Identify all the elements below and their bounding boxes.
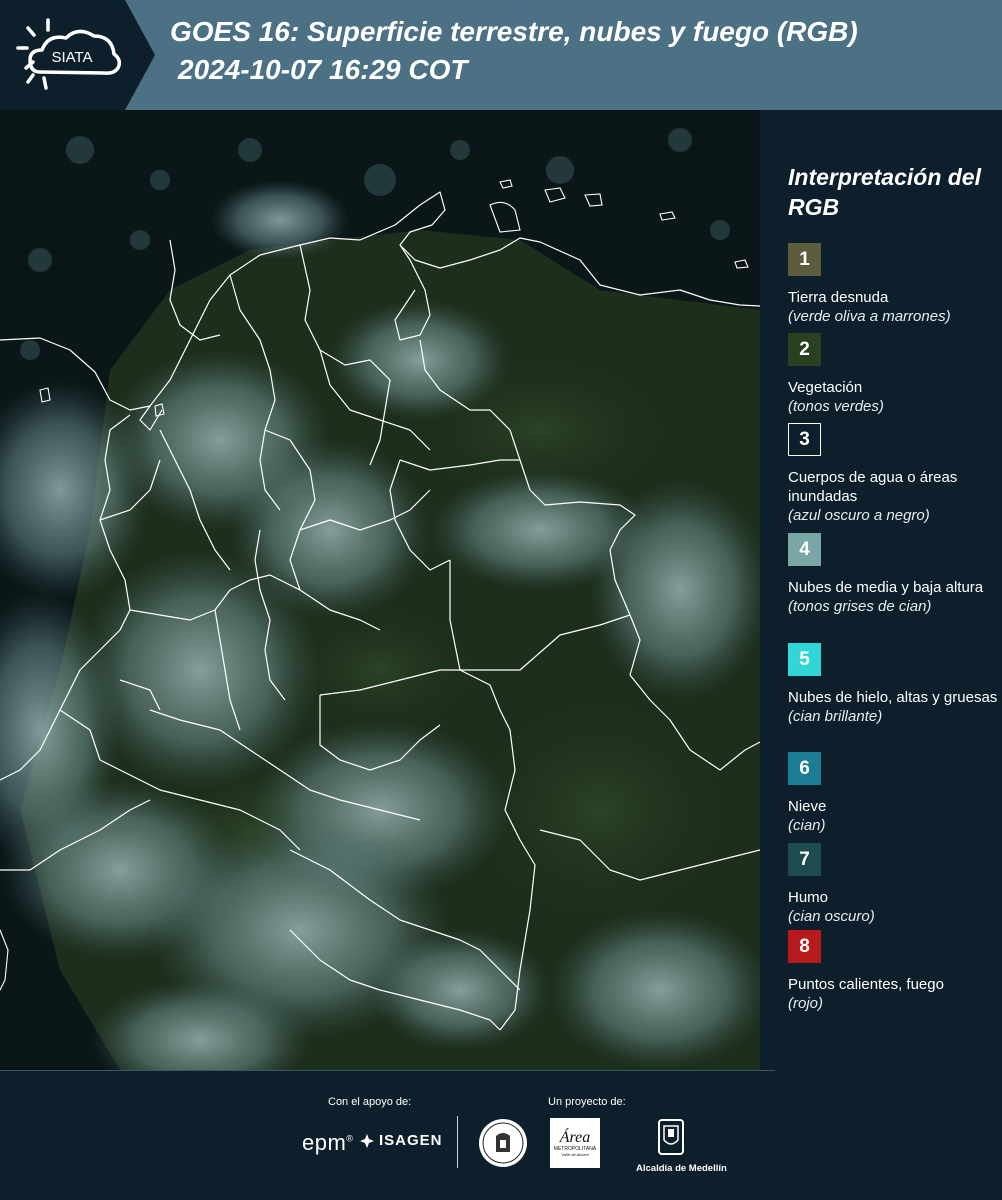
epm-logo-text: epm	[302, 1130, 347, 1155]
legend-sub: (verde oliva a marrones)	[788, 308, 951, 325]
satellite-map-image	[0, 110, 760, 1070]
isagen-logo-text: ISAGEN	[379, 1132, 443, 1149]
legend-item-smoke: 7 Humo (cian oscuro)	[788, 843, 998, 926]
legend-panel: Interpretación del RGB 1 Tierra desnuda …	[760, 110, 1002, 1070]
legend-swatch: 2	[788, 333, 821, 366]
project-label: Un proyecto de:	[548, 1096, 626, 1108]
legend-item-snow: 6 Nieve (cian)	[788, 752, 998, 835]
isagen-logo[interactable]: ISAGEN	[359, 1132, 443, 1149]
epm-logo[interactable]: epm®	[302, 1130, 353, 1156]
legend-swatch: 8	[788, 930, 821, 963]
area-logo-main: Área	[559, 1128, 591, 1146]
legend-swatch: 1	[788, 243, 821, 276]
satellite-map[interactable]	[0, 110, 760, 1070]
support-label: Con el apoyo de:	[328, 1096, 412, 1108]
legend-label: Puntos calientes, fuego	[788, 976, 944, 993]
legend-label: Nieve	[788, 798, 827, 815]
coat-of-arms-icon	[658, 1119, 684, 1155]
legend-sub: (tonos grises de cian)	[788, 598, 932, 615]
footer-divider	[0, 1070, 775, 1071]
timestamp: 2024-10-07 16:29 COT	[178, 54, 468, 85]
siata-logo[interactable]: SIATA	[0, 0, 155, 110]
legend-sub: (azul oscuro a negro)	[788, 507, 930, 524]
legend-swatch: 5	[788, 643, 821, 676]
footer: Con el apoyo de: Un proyecto de: epm® IS…	[0, 1070, 1002, 1200]
legend-title: Interpretación del RGB	[788, 164, 981, 220]
legend-label: Tierra desnuda	[788, 289, 889, 306]
header-bar: SIATA GOES 16: Superficie terrestre, nub…	[0, 0, 1002, 110]
legend-label: Nubes de hielo, altas y gruesas	[788, 689, 998, 706]
legend-swatch: 4	[788, 533, 821, 566]
siata-logo-text: SIATA	[51, 49, 92, 66]
legend-swatch: 6	[788, 752, 821, 785]
alcaldia-medellin-logo[interactable]: Alcaldía de Medellín	[636, 1118, 727, 1174]
legend-item-water: 3 Cuerpos de agua o áreas inundadas (azu…	[788, 423, 998, 525]
legend-sub: (tonos verdes)	[788, 398, 884, 415]
legend-item-fire: 8 Puntos calientes, fuego (rojo)	[788, 930, 998, 1013]
legend-sub: (cian)	[788, 817, 826, 834]
legend-item-bare-soil: 1 Tierra desnuda (verde oliva a marrones…	[788, 243, 998, 326]
legend-label: Nubes de media y baja altura	[788, 579, 984, 596]
area-logo-sub2: Valle de Aburrá	[561, 1151, 589, 1157]
legend-sub: (cian oscuro)	[788, 908, 875, 925]
legend-sub: (cian brillante)	[788, 708, 883, 725]
legend-label: Vegetación	[788, 379, 863, 396]
legend-sub: (rojo)	[788, 995, 824, 1012]
legend-swatch: 3	[788, 423, 821, 456]
isagen-icon	[360, 1133, 374, 1148]
university-seal-icon[interactable]	[478, 1118, 528, 1168]
legend-item-low-clouds: 4 Nubes de media y baja altura (tonos gr…	[788, 533, 998, 616]
page-title: GOES 16: Superficie terrestre, nubes y f…	[170, 16, 858, 47]
legend-item-vegetation: 2 Vegetación (tonos verdes)	[788, 333, 998, 416]
alcaldia-label: Alcaldía de Medellín	[636, 1163, 727, 1174]
legend-label: Humo	[788, 889, 829, 906]
legend-swatch: 7	[788, 843, 821, 876]
legend-label: Cuerpos de agua o áreas inundadas	[788, 469, 958, 505]
footer-separator	[457, 1116, 458, 1168]
area-metropolitana-logo[interactable]: Área METROPOLITANA Valle de Aburrá	[550, 1118, 600, 1168]
legend-item-ice-clouds: 5 Nubes de hielo, altas y gruesas (cian …	[788, 643, 998, 726]
